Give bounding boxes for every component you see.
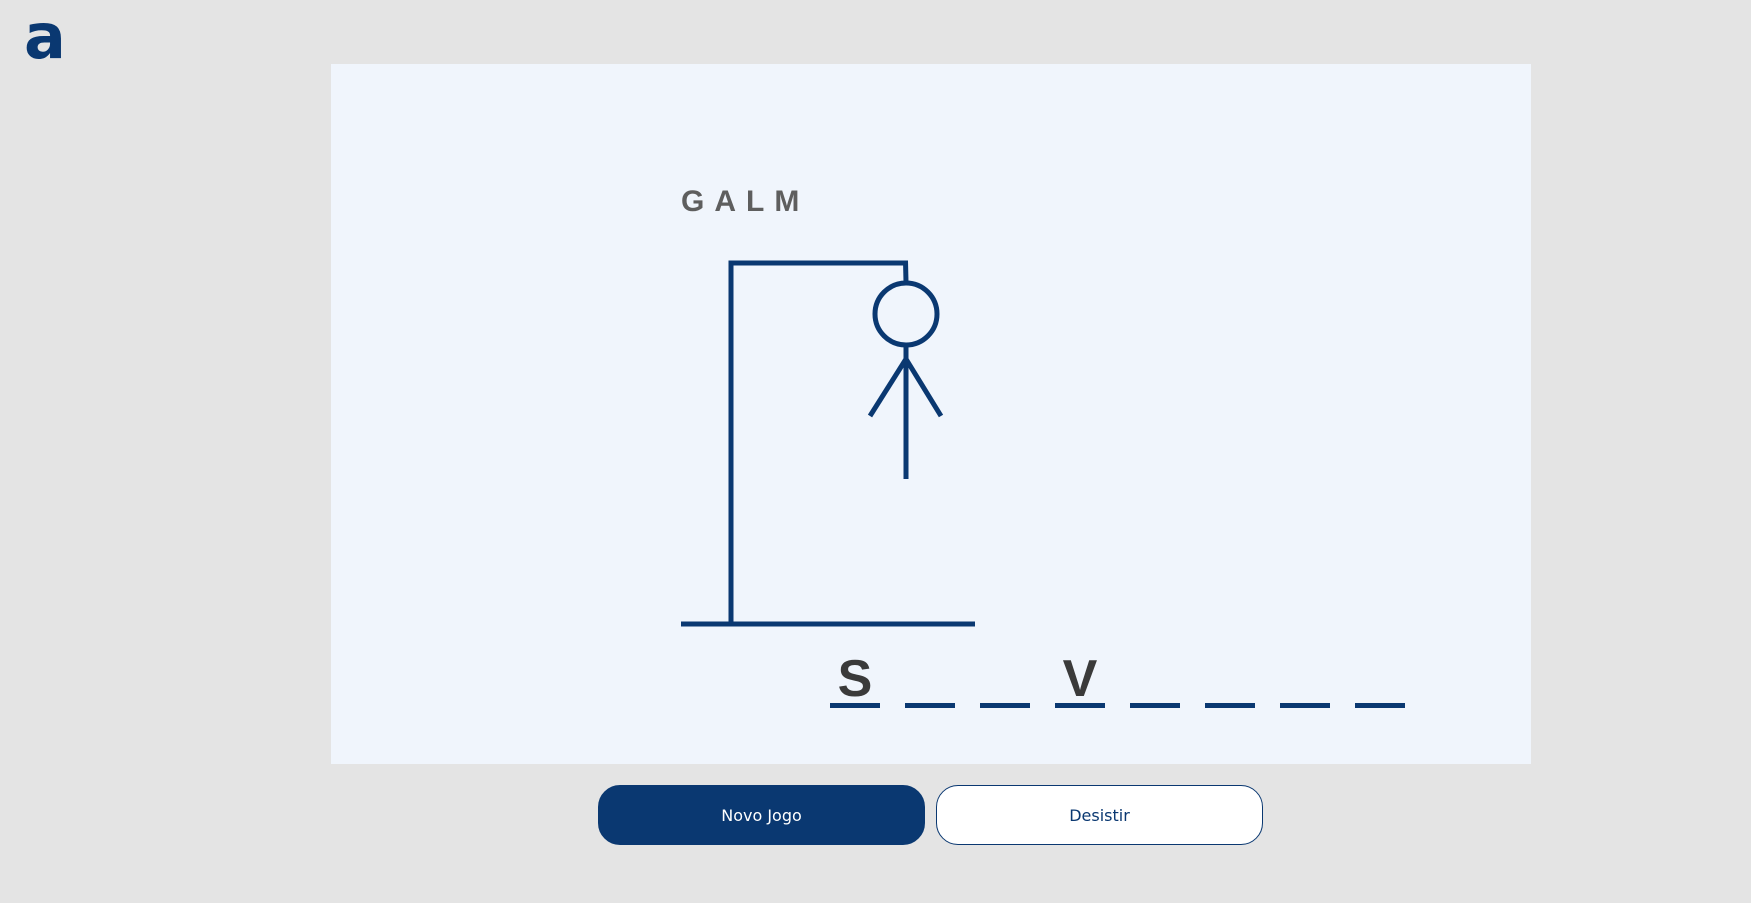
gallows-rope — [903, 260, 909, 283]
alura-logo: a — [24, 0, 66, 73]
new-game-button[interactable]: Novo Jogo — [598, 785, 925, 845]
slot-letter: S — [837, 650, 873, 708]
letter-slot — [1205, 648, 1255, 708]
hangman-left-arm — [867, 357, 909, 418]
slot-letter: V — [1062, 650, 1098, 708]
letter-slot — [980, 648, 1030, 708]
letter-slot: V — [1055, 648, 1105, 708]
letter-slot — [1280, 648, 1330, 708]
letter-slot: S — [830, 648, 880, 708]
letter-slot — [905, 648, 955, 708]
hangman-right-arm — [903, 357, 944, 418]
wrong-letters: GALM — [681, 185, 810, 218]
secret-word: SV — [830, 648, 1430, 708]
letter-slot — [1130, 648, 1180, 708]
give-up-button[interactable]: Desistir — [936, 785, 1263, 845]
letter-slot — [1355, 648, 1405, 708]
hangman-head — [872, 280, 940, 348]
hangman-drawing — [681, 260, 975, 627]
